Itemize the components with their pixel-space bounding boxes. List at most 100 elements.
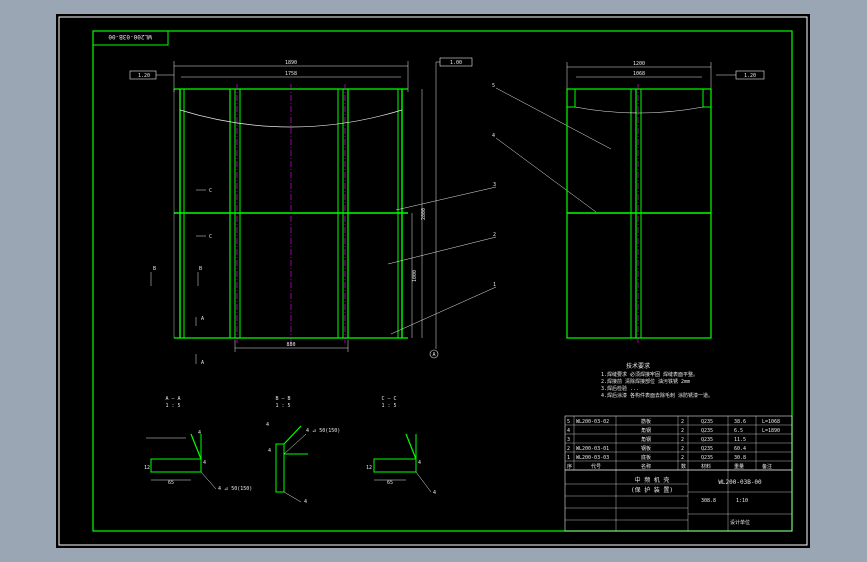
bom-table: 5 WL200-03-02 筋板 2 Q235 38.6 L=1068 4 角钢… — [564, 415, 793, 471]
svg-text:60.4: 60.4 — [734, 446, 746, 452]
section-b: B — B 1 : 5 4 ⊿ 50(150) 4 4 4 — [266, 396, 340, 505]
svg-text:308.8: 308.8 — [701, 498, 716, 504]
svg-text:4.焊后涂漆 各构件表面去除毛刺 涂防锈漆一道。: 4.焊后涂漆 各构件表面去除毛刺 涂防锈漆一道。 — [601, 392, 713, 399]
svg-text:3: 3 — [567, 437, 570, 443]
svg-text:4: 4 — [203, 460, 206, 466]
svg-text:WL200-03B-00: WL200-03B-00 — [718, 479, 762, 486]
svg-text:钢板: 钢板 — [641, 445, 651, 452]
side-view: 1200 1068 1.20 — [566, 61, 765, 344]
svg-text:4: 4 — [492, 133, 495, 139]
svg-text:L=1068: L=1068 — [762, 419, 780, 425]
svg-text:4: 4 — [266, 422, 269, 428]
svg-text:2: 2 — [681, 437, 684, 443]
front-flatness-right: 1.00 — [450, 60, 462, 66]
svg-text:重量: 重量 — [734, 463, 744, 470]
svg-text:1.焊缝要求 必须焊接牢固 焊缝表面平整。: 1.焊缝要求 必须焊接牢固 焊缝表面平整。 — [601, 371, 698, 378]
cad-viewport[interactable]: WL200-03B-00 1890 1758 1.20 1.00 2800 10… — [56, 14, 810, 548]
svg-text:1 : 5: 1 : 5 — [275, 403, 290, 409]
svg-text:名称: 名称 — [641, 463, 651, 470]
svg-text:6.5: 6.5 — [734, 428, 743, 434]
svg-text:4: 4 — [433, 490, 436, 496]
svg-text:4 ⊿ 50(150): 4 ⊿ 50(150) — [306, 428, 340, 434]
svg-text:4 ⊿ 50(150): 4 ⊿ 50(150) — [218, 486, 252, 492]
svg-text:角钢: 角钢 — [641, 436, 651, 443]
svg-text:3: 3 — [493, 182, 496, 188]
svg-text:A: A — [201, 316, 204, 322]
svg-text:65: 65 — [168, 480, 174, 486]
svg-text:角钢: 角钢 — [641, 427, 651, 434]
front-flatness-left: 1.20 — [138, 73, 150, 79]
corner-code: WL200-03B-00 — [108, 33, 152, 40]
front-inner-width: 1758 — [285, 71, 297, 77]
svg-text:序: 序 — [567, 463, 572, 470]
side-inner-width: 1068 — [633, 71, 645, 77]
svg-text:代号: 代号 — [591, 463, 601, 470]
svg-text:11.5: 11.5 — [734, 437, 746, 443]
svg-text:Q235: Q235 — [701, 446, 713, 452]
svg-text:1:10: 1:10 — [736, 498, 748, 504]
section-mark-c1: C — [196, 188, 212, 194]
drawing-canvas: WL200-03B-00 1890 1758 1.20 1.00 2800 10… — [58, 16, 808, 546]
svg-text:5: 5 — [492, 83, 495, 89]
svg-text:5: 5 — [567, 419, 570, 425]
svg-text:WL200-03-02: WL200-03-02 — [576, 419, 609, 425]
svg-text:技术要求: 技术要求 — [626, 362, 650, 370]
svg-text:2: 2 — [681, 428, 684, 434]
svg-text:WL200-03-03: WL200-03-03 — [576, 455, 609, 461]
svg-text:4: 4 — [198, 430, 201, 436]
front-lower-height: 1000 — [412, 270, 418, 282]
svg-text:中 频 机 壳: 中 频 机 壳 — [635, 476, 670, 484]
svg-text:Q235: Q235 — [701, 437, 713, 443]
svg-text:1: 1 — [493, 282, 496, 288]
svg-text:L=1890: L=1890 — [762, 428, 780, 434]
svg-text:筋板: 筋板 — [641, 418, 651, 425]
svg-text:C: C — [209, 188, 212, 194]
svg-text:Q235: Q235 — [701, 428, 713, 434]
svg-text:底板: 底板 — [641, 454, 651, 461]
svg-text:2: 2 — [681, 455, 684, 461]
svg-text:设计单位: 设计单位 — [730, 519, 750, 526]
svg-text:1: 1 — [567, 455, 570, 461]
svg-text:B: B — [153, 266, 156, 272]
svg-text:A: A — [201, 360, 204, 366]
svg-text:1 : 5: 1 : 5 — [165, 403, 180, 409]
section-mark-b2: B — [197, 266, 202, 286]
svg-text:WL200-03-01: WL200-03-01 — [576, 446, 609, 452]
section-a: A — A 1 : 5 65 12 4 4 ⊿ 50(150) 4 — [144, 396, 252, 492]
svg-text:备注: 备注 — [762, 463, 772, 470]
svg-text:1 : 5: 1 : 5 — [381, 403, 396, 409]
front-view: 1890 1758 1.20 1.00 2800 1000 880 A C C … — [129, 57, 473, 366]
svg-text:2: 2 — [681, 419, 684, 425]
svg-text:38.6: 38.6 — [734, 419, 746, 425]
side-overall-width: 1200 — [633, 61, 645, 67]
svg-text:30.8: 30.8 — [734, 455, 746, 461]
svg-text:3.焊后检验 ...: 3.焊后检验 ... — [601, 385, 639, 392]
svg-text:数: 数 — [681, 463, 686, 470]
svg-text:65: 65 — [387, 480, 393, 486]
technical-notes: 技术要求 1.焊缝要求 必须焊接牢固 焊缝表面平整。 2.焊接前 清除焊接部位 … — [601, 362, 713, 399]
front-datum-circle: A — [432, 352, 435, 358]
svg-text:4: 4 — [304, 499, 307, 505]
svg-text:2: 2 — [493, 232, 496, 238]
side-flatness: 1.20 — [744, 73, 756, 79]
front-height: 2800 — [421, 208, 427, 220]
svg-text:12: 12 — [366, 465, 372, 471]
section-c: C — C 1 : 5 65 12 4 4 — [366, 396, 436, 496]
section-mark-b1: B — [150, 266, 156, 286]
svg-text:A — A: A — A — [165, 396, 180, 402]
svg-text:C: C — [209, 234, 212, 240]
front-bottom-width: 880 — [286, 342, 295, 348]
section-mark-a2: A — [195, 354, 204, 366]
svg-text:B — B: B — B — [275, 396, 290, 402]
section-mark-a1: A — [195, 316, 204, 326]
svg-text:材料: 材料 — [701, 463, 711, 470]
svg-text:Q235: Q235 — [701, 455, 713, 461]
svg-text:Q235: Q235 — [701, 419, 713, 425]
svg-text:4: 4 — [567, 428, 570, 434]
svg-text:C — C: C — C — [381, 396, 396, 402]
svg-text:2.焊接前 清除焊接部位 油污铁锈 2mm: 2.焊接前 清除焊接部位 油污铁锈 2mm — [601, 378, 690, 385]
svg-text:4: 4 — [418, 460, 421, 466]
outer-border — [58, 16, 808, 546]
svg-text:2: 2 — [567, 446, 570, 452]
svg-text:B: B — [199, 266, 202, 272]
